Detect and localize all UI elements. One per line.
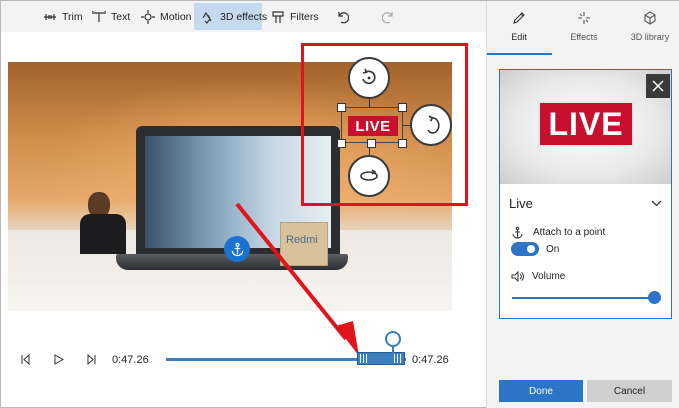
clip-range-handle[interactable] xyxy=(357,352,405,365)
play-icon xyxy=(54,353,64,365)
done-button[interactable]: Done xyxy=(499,380,583,402)
pencil-icon xyxy=(513,12,525,24)
motion-icon xyxy=(141,9,155,24)
trim-button[interactable]: Trim xyxy=(43,3,83,30)
attach-toggle[interactable] xyxy=(511,242,539,256)
undo-button[interactable] xyxy=(335,3,354,30)
text-label: Text xyxy=(111,10,131,23)
anchor-icon xyxy=(512,226,523,239)
tab-edit-label: Edit xyxy=(511,32,527,42)
person-body xyxy=(80,214,126,254)
motion-label: Motion xyxy=(160,10,192,23)
playhead-knob[interactable] xyxy=(385,331,401,347)
volume-icon xyxy=(511,270,524,283)
volume-label: Volume xyxy=(532,271,566,282)
thumbnail-live-sign: LIVE xyxy=(540,103,632,145)
filters-button[interactable]: Filters xyxy=(271,3,319,30)
attach-toggle-state: On xyxy=(546,244,560,255)
next-frame-button[interactable] xyxy=(84,352,98,366)
trim-label: Trim xyxy=(62,10,83,23)
annotation-highlight-box xyxy=(301,43,468,206)
video-editor-window: Trim Text Motion 3D effects Filters Redm… xyxy=(0,0,679,408)
anchor-point[interactable] xyxy=(224,236,250,262)
anchor-icon xyxy=(231,242,243,256)
volume-slider-thumb[interactable] xyxy=(648,291,661,304)
redo-icon xyxy=(382,10,396,24)
cancel-button[interactable]: Cancel xyxy=(587,380,672,402)
box-brand-label: Redmi xyxy=(286,234,318,246)
next-frame-icon xyxy=(87,353,95,365)
play-button[interactable] xyxy=(51,352,65,366)
redo-button[interactable] xyxy=(382,3,401,30)
filters-icon xyxy=(271,10,285,24)
previous-frame-button[interactable] xyxy=(18,352,32,366)
cube-icon xyxy=(644,11,656,25)
undo-icon xyxy=(335,10,349,24)
editor-toolbar: Trim Text Motion 3D effects Filters xyxy=(1,1,486,32)
current-time: 0:47.26 xyxy=(112,354,149,366)
sparkle-icon xyxy=(578,12,590,24)
range-end-grip[interactable] xyxy=(394,354,403,363)
tab-effects-label: Effects xyxy=(570,32,598,42)
tab-3d-library-label: 3D library xyxy=(630,32,670,42)
trim-icon xyxy=(43,10,57,24)
3d-effects-button[interactable]: 3D effects xyxy=(194,3,267,30)
side-panel: Edit Effects 3D library LIVE Live Attach… xyxy=(486,1,679,408)
text-button[interactable]: Text xyxy=(92,3,130,30)
tab-edit[interactable]: Edit xyxy=(489,11,549,42)
text-icon xyxy=(92,10,106,24)
toggle-knob xyxy=(527,245,535,253)
active-tab-indicator xyxy=(487,53,552,55)
end-time: 0:47.26 xyxy=(412,354,449,366)
volume-slider-track[interactable] xyxy=(512,297,654,299)
effect-title: Live xyxy=(509,196,533,211)
3d-effects-icon xyxy=(201,10,215,24)
remove-effect-button[interactable] xyxy=(646,74,670,98)
filters-label: Filters xyxy=(290,10,319,23)
close-icon xyxy=(652,80,664,92)
chevron-down-icon[interactable] xyxy=(650,197,663,210)
motion-button[interactable]: Motion xyxy=(141,3,192,30)
effect-card: LIVE Live Attach to a point On Volume xyxy=(499,69,672,319)
attach-to-point-label: Attach to a point xyxy=(533,227,606,238)
tab-effects[interactable]: Effects xyxy=(554,11,614,42)
tab-3d-library[interactable]: 3D library xyxy=(620,11,679,42)
range-start-grip[interactable] xyxy=(360,354,369,363)
previous-frame-icon xyxy=(21,353,29,365)
3d-effects-label: 3D effects xyxy=(220,10,268,23)
